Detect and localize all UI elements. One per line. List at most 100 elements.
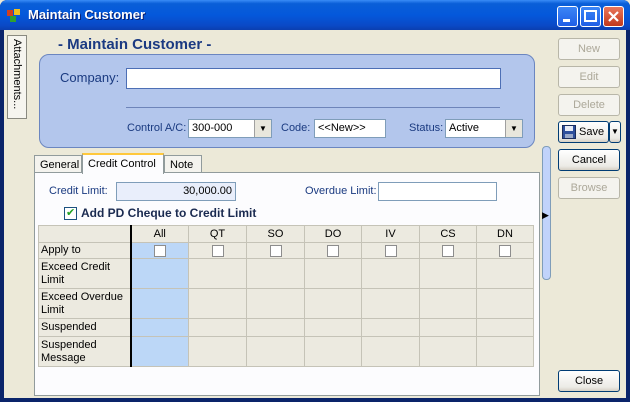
company-panel: Company: Control A/C: 300-000 ▼ Code: <<… bbox=[39, 54, 535, 148]
status-combo[interactable]: Active ▼ bbox=[445, 119, 523, 138]
grid-corner-cell bbox=[38, 225, 132, 243]
grid-cell[interactable] bbox=[130, 242, 189, 259]
apply-iv-checkbox[interactable] bbox=[384, 244, 397, 257]
grid-col-qt[interactable]: QT bbox=[188, 225, 247, 243]
grid-cell[interactable] bbox=[476, 258, 534, 289]
close-button[interactable]: Close bbox=[558, 370, 620, 392]
grid-col-all[interactable]: All bbox=[130, 225, 189, 243]
grid-cell[interactable] bbox=[419, 242, 477, 259]
apply-so-checkbox[interactable] bbox=[269, 244, 282, 257]
status-value: Active bbox=[449, 122, 479, 134]
grid-cell[interactable] bbox=[188, 288, 247, 319]
grid-cell[interactable] bbox=[304, 336, 362, 367]
grid-cell[interactable] bbox=[361, 288, 420, 319]
grid-cell[interactable] bbox=[246, 318, 305, 337]
form-heading: - Maintain Customer - bbox=[58, 36, 212, 53]
apply-qt-checkbox[interactable] bbox=[211, 244, 224, 257]
grid-cell[interactable] bbox=[246, 336, 305, 367]
credit-limit-input[interactable]: 30,000.00 bbox=[116, 182, 236, 201]
save-button-label: Save bbox=[579, 126, 605, 138]
chevron-down-icon[interactable]: ▼ bbox=[254, 120, 271, 137]
grid-cell[interactable] bbox=[304, 288, 362, 319]
grid-cell[interactable] bbox=[361, 258, 420, 289]
grid-col-iv[interactable]: IV bbox=[361, 225, 420, 243]
chevron-right-icon[interactable]: ▶ bbox=[542, 210, 549, 221]
status-label: Status: bbox=[409, 122, 444, 134]
grid-cell[interactable] bbox=[476, 318, 534, 337]
grid-cell[interactable] bbox=[476, 336, 534, 367]
grid-cell[interactable] bbox=[361, 336, 420, 367]
grid-cell[interactable] bbox=[188, 242, 247, 259]
grid-cell[interactable] bbox=[246, 288, 305, 319]
grid-cell[interactable] bbox=[246, 242, 305, 259]
cancel-button[interactable]: Cancel bbox=[558, 149, 620, 171]
credit-limit-label: Credit Limit: bbox=[49, 185, 108, 197]
grid-cell[interactable] bbox=[419, 288, 477, 319]
apply-all-checkbox[interactable] bbox=[153, 244, 166, 257]
control-ac-combo[interactable]: 300-000 ▼ bbox=[188, 119, 272, 138]
client-area: Attachments... - Maintain Customer - Com… bbox=[4, 30, 626, 398]
title-bar[interactable]: Maintain Customer bbox=[0, 0, 630, 30]
grid-cell[interactable] bbox=[188, 318, 247, 337]
credit-control-grid: All QT SO DO IV CS DN Apply to Exceed Cr… bbox=[38, 225, 534, 367]
table-row: Suspended bbox=[38, 318, 534, 337]
minimize-button[interactable] bbox=[557, 6, 578, 27]
tab-general[interactable]: General bbox=[34, 155, 82, 173]
grid-cell[interactable] bbox=[304, 258, 362, 289]
apply-dn-checkbox[interactable] bbox=[499, 244, 511, 257]
panel-divider bbox=[126, 107, 500, 108]
row-header-exceed-overdue: Exceed Overdue Limit bbox=[38, 288, 132, 319]
minimize-icon bbox=[563, 19, 570, 22]
grid-cell[interactable] bbox=[188, 336, 247, 367]
save-button[interactable]: Save bbox=[558, 121, 609, 143]
control-ac-label: Control A/C: bbox=[127, 122, 187, 134]
grid-cell[interactable] bbox=[419, 258, 477, 289]
table-row: Exceed Overdue Limit bbox=[38, 288, 534, 319]
row-header-exceed-credit: Exceed Credit Limit bbox=[38, 258, 132, 289]
control-ac-value: 300-000 bbox=[192, 122, 233, 134]
company-input[interactable] bbox=[126, 68, 501, 89]
grid-col-dn[interactable]: DN bbox=[476, 225, 534, 243]
delete-button[interactable]: Delete bbox=[558, 94, 620, 116]
save-dropdown-button[interactable]: ▼ bbox=[609, 121, 621, 143]
chevron-down-icon[interactable]: ▼ bbox=[505, 120, 522, 137]
overdue-limit-input[interactable] bbox=[378, 182, 497, 201]
grid-col-do[interactable]: DO bbox=[304, 225, 362, 243]
apply-cs-checkbox[interactable] bbox=[442, 244, 454, 257]
grid-cell[interactable] bbox=[361, 318, 420, 337]
main-window: Maintain Customer Attachments... - Maint… bbox=[0, 0, 630, 402]
maximize-button[interactable] bbox=[580, 6, 601, 27]
grid-cell[interactable] bbox=[419, 318, 477, 337]
grid-cell[interactable] bbox=[361, 242, 420, 259]
pd-cheque-checkbox[interactable] bbox=[64, 206, 77, 220]
tab-note[interactable]: Note bbox=[164, 155, 202, 173]
attachments-tab[interactable]: Attachments... bbox=[7, 35, 27, 119]
apply-do-checkbox[interactable] bbox=[327, 244, 339, 257]
grid-cell[interactable] bbox=[188, 258, 247, 289]
close-window-button[interactable] bbox=[603, 6, 624, 27]
table-row: Exceed Credit Limit bbox=[38, 258, 534, 289]
grid-cell[interactable] bbox=[130, 288, 189, 319]
grid-cell[interactable] bbox=[130, 258, 189, 289]
row-header-apply-to: Apply to bbox=[38, 242, 132, 259]
tab-credit-control[interactable]: Credit Control bbox=[82, 153, 164, 174]
grid-cell[interactable] bbox=[476, 288, 534, 319]
table-row: Apply to bbox=[38, 242, 534, 259]
maximize-icon bbox=[584, 10, 597, 22]
pd-cheque-label: Add PD Cheque to Credit Limit bbox=[81, 206, 257, 220]
grid-cell[interactable] bbox=[130, 318, 189, 337]
grid-cell[interactable] bbox=[246, 258, 305, 289]
browse-button[interactable]: Browse bbox=[558, 177, 620, 199]
grid-col-cs[interactable]: CS bbox=[419, 225, 477, 243]
grid-cell[interactable] bbox=[304, 242, 362, 259]
edit-button[interactable]: Edit bbox=[558, 66, 620, 88]
grid-col-so[interactable]: SO bbox=[246, 225, 305, 243]
credit-control-page: Credit Limit: 30,000.00 Overdue Limit: A… bbox=[34, 172, 540, 396]
grid-cell[interactable] bbox=[130, 336, 189, 367]
table-row: Suspended Message bbox=[38, 336, 534, 367]
code-input[interactable]: <<New>> bbox=[314, 119, 386, 138]
grid-cell[interactable] bbox=[476, 242, 534, 259]
grid-cell[interactable] bbox=[419, 336, 477, 367]
new-button[interactable]: New bbox=[558, 38, 620, 60]
grid-cell[interactable] bbox=[304, 318, 362, 337]
